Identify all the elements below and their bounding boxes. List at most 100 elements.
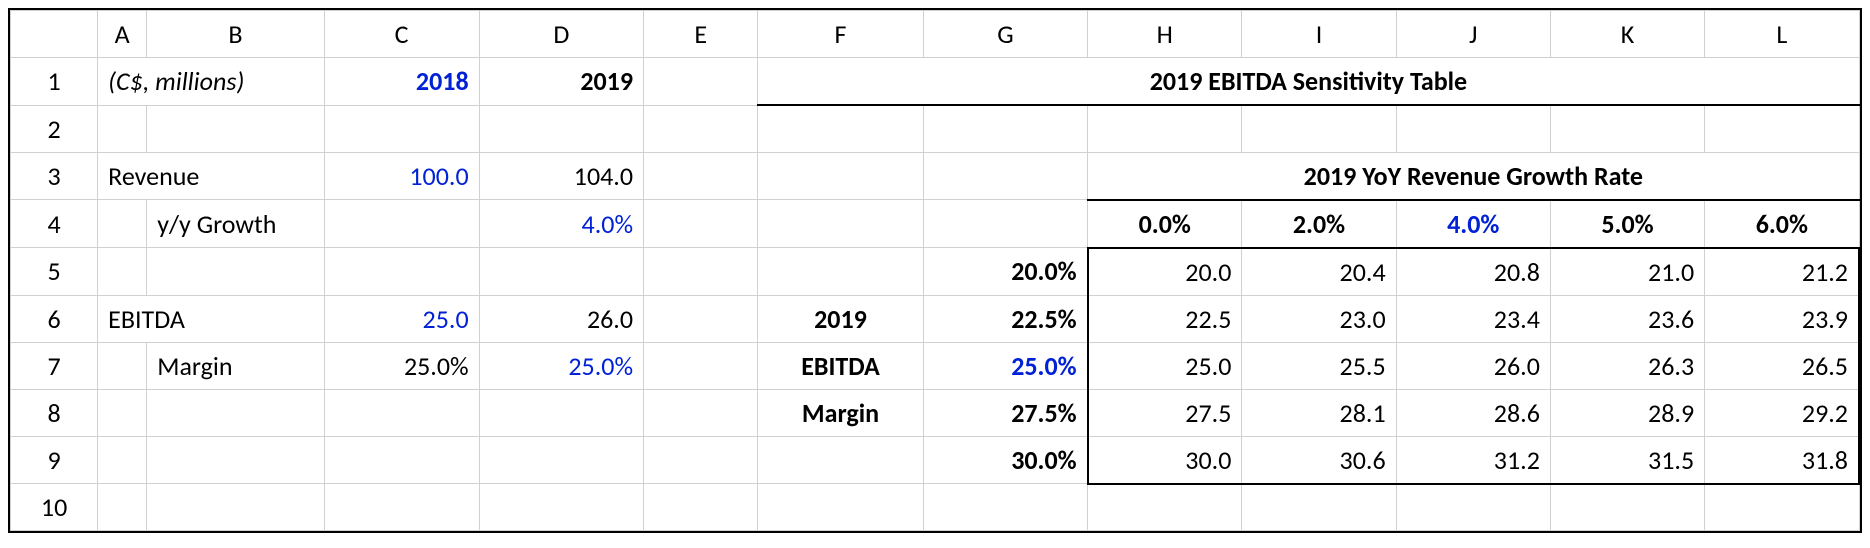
cell-F2[interactable] [758,105,923,152]
cell-I2[interactable] [1242,105,1396,152]
cell-D9[interactable] [479,436,643,484]
cell-A8[interactable] [98,389,147,436]
cell-D5[interactable] [479,248,643,296]
cell-B10[interactable] [147,484,324,531]
cell-E5[interactable] [644,248,758,296]
cell-J8[interactable]: 28.6 [1396,389,1550,436]
cell-K2[interactable] [1550,105,1704,152]
cell-E10[interactable] [644,484,758,531]
cell-B9[interactable] [147,436,324,484]
cell-B4-yoy-label[interactable]: y/y Growth [147,200,324,248]
cell-D4[interactable]: 4.0% [479,200,643,248]
cell-F3[interactable] [758,152,923,200]
cell-C10[interactable] [324,484,479,531]
cell-F1-sensitivity-title[interactable]: 2019 EBITDA Sensitivity Table [758,58,1859,106]
cell-D6[interactable]: 26.0 [479,295,643,342]
cell-G2[interactable] [923,105,1087,152]
cell-J4[interactable]: 4.0% [1396,200,1550,248]
cell-J9[interactable]: 31.2 [1396,436,1550,484]
cell-H8[interactable]: 27.5 [1088,389,1242,436]
cell-A6-ebitda-label[interactable]: EBITDA [98,295,324,342]
cell-K8[interactable]: 28.9 [1550,389,1704,436]
cell-D1[interactable]: 2019 [479,58,643,106]
cell-J2[interactable] [1396,105,1550,152]
cell-A2[interactable] [98,105,147,152]
cell-H5[interactable]: 20.0 [1088,248,1242,296]
cell-F10[interactable] [758,484,923,531]
cell-D8[interactable] [479,389,643,436]
cell-C1[interactable]: 2018 [324,58,479,106]
cell-K10[interactable] [1550,484,1704,531]
cell-F7[interactable]: EBITDA [758,342,923,389]
cell-I6[interactable]: 23.0 [1242,295,1396,342]
cell-B2[interactable] [147,105,324,152]
cell-L2[interactable] [1705,105,1859,152]
cell-A5[interactable] [98,248,147,296]
cell-E2[interactable] [644,105,758,152]
cell-E4[interactable] [644,200,758,248]
cell-G6[interactable]: 22.5% [923,295,1087,342]
cell-L5[interactable]: 21.2 [1705,248,1859,296]
cell-E1[interactable] [644,58,758,106]
cell-A3-revenue-label[interactable]: Revenue [98,152,324,200]
cell-J7[interactable]: 26.0 [1396,342,1550,389]
cell-C2[interactable] [324,105,479,152]
cell-H3-yoy-title[interactable]: 2019 YoY Revenue Growth Rate [1088,152,1859,200]
cell-G8[interactable]: 27.5% [923,389,1087,436]
cell-A10[interactable] [98,484,147,531]
cell-H10[interactable] [1088,484,1242,531]
cell-G5[interactable]: 20.0% [923,248,1087,296]
cell-I5[interactable]: 20.4 [1242,248,1396,296]
cell-H9[interactable]: 30.0 [1088,436,1242,484]
cell-B7-margin-label[interactable]: Margin [147,342,324,389]
cell-A9[interactable] [98,436,147,484]
cell-A1[interactable]: (C$, millions) [98,58,324,106]
cell-K9[interactable]: 31.5 [1550,436,1704,484]
cell-G7[interactable]: 25.0% [923,342,1087,389]
cell-E9[interactable] [644,436,758,484]
cell-C4[interactable] [324,200,479,248]
cell-C7[interactable]: 25.0% [324,342,479,389]
cell-F8[interactable]: Margin [758,389,923,436]
cell-L9[interactable]: 31.8 [1705,436,1859,484]
cell-L7[interactable]: 26.5 [1705,342,1859,389]
cell-A7[interactable] [98,342,147,389]
cell-H2[interactable] [1088,105,1242,152]
cell-K4[interactable]: 5.0% [1550,200,1704,248]
cell-I10[interactable] [1242,484,1396,531]
cell-E3[interactable] [644,152,758,200]
cell-H6[interactable]: 22.5 [1088,295,1242,342]
cell-F6[interactable]: 2019 [758,295,923,342]
cell-D3[interactable]: 104.0 [479,152,643,200]
cell-E6[interactable] [644,295,758,342]
cell-J5[interactable]: 20.8 [1396,248,1550,296]
cell-G4[interactable]: 26.0 [923,200,1087,248]
cell-C3[interactable]: 100.0 [324,152,479,200]
cell-K7[interactable]: 26.3 [1550,342,1704,389]
cell-D10[interactable] [479,484,643,531]
cell-C9[interactable] [324,436,479,484]
cell-F4[interactable] [758,200,923,248]
cell-J10[interactable] [1396,484,1550,531]
cell-I7[interactable]: 25.5 [1242,342,1396,389]
cell-D2[interactable] [479,105,643,152]
cell-I8[interactable]: 28.1 [1242,389,1396,436]
cell-L4[interactable]: 6.0% [1705,200,1859,248]
cell-D7[interactable]: 25.0% [479,342,643,389]
cell-C6[interactable]: 25.0 [324,295,479,342]
cell-C8[interactable] [324,389,479,436]
cell-L6[interactable]: 23.9 [1705,295,1859,342]
cell-B8[interactable] [147,389,324,436]
cell-J6[interactable]: 23.4 [1396,295,1550,342]
cell-G9[interactable]: 30.0% [923,436,1087,484]
cell-B5[interactable] [147,248,324,296]
cell-F5[interactable] [758,248,923,296]
cell-C5[interactable] [324,248,479,296]
cell-A4[interactable] [98,200,147,248]
cell-K5[interactable]: 21.0 [1550,248,1704,296]
cell-E8[interactable] [644,389,758,436]
cell-L8[interactable]: 29.2 [1705,389,1859,436]
cell-H7[interactable]: 25.0 [1088,342,1242,389]
cell-I4[interactable]: 2.0% [1242,200,1396,248]
cell-E7[interactable] [644,342,758,389]
